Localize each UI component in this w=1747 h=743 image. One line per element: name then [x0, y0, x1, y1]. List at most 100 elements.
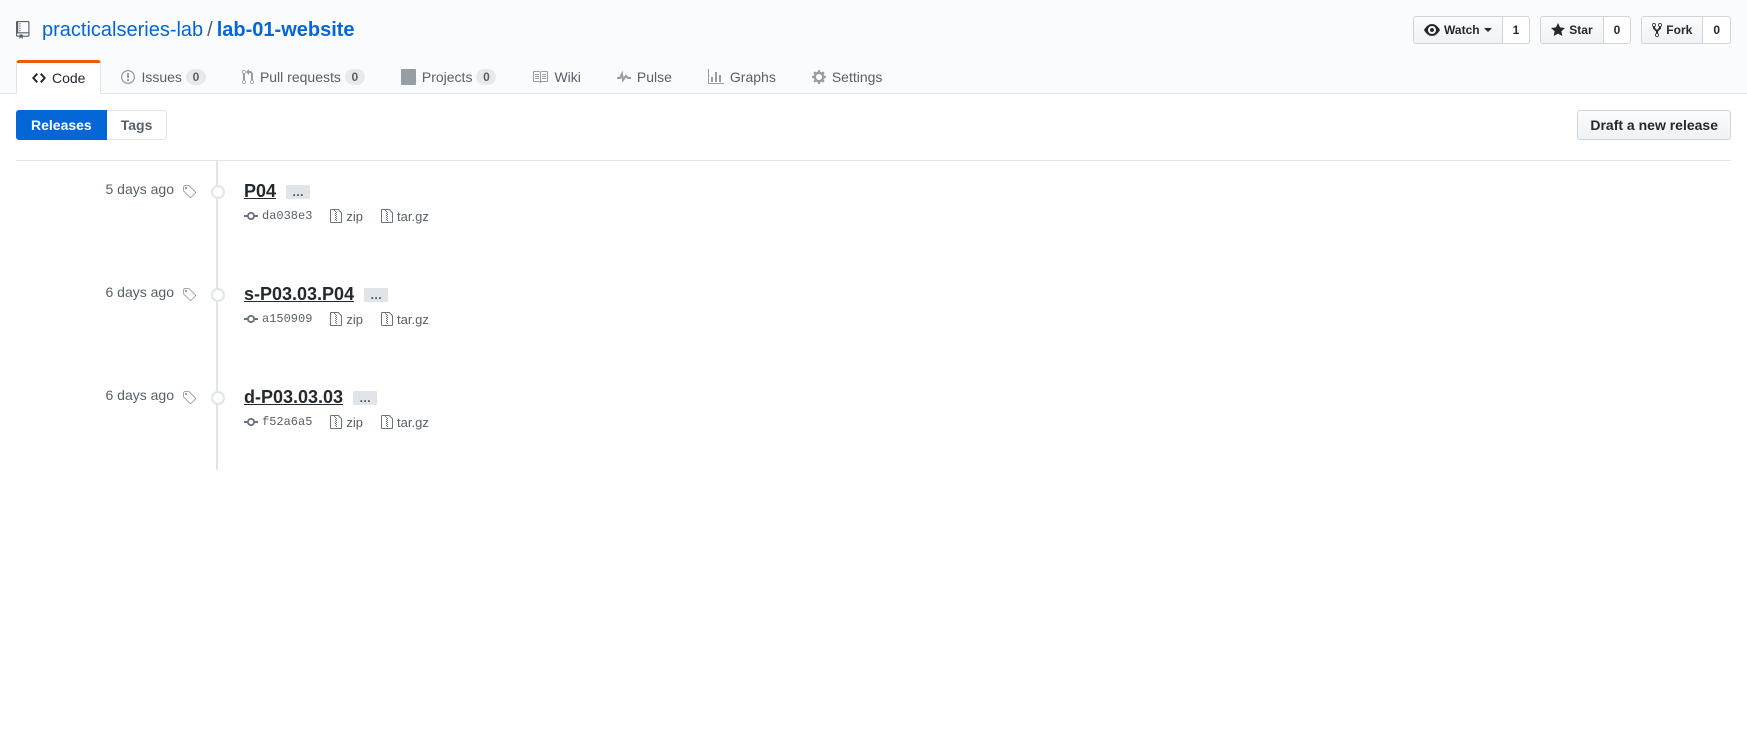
- release-meta: 5 days ago: [16, 161, 216, 264]
- page-header: practicalseries-lab / lab-01-website Wat…: [0, 0, 1747, 94]
- zip-label: zip: [346, 209, 363, 224]
- star-button[interactable]: Star: [1540, 16, 1603, 44]
- tab-settings[interactable]: Settings: [796, 60, 899, 94]
- release-title-row: s-P03.03.P04 …: [244, 284, 1731, 305]
- zip-label: zip: [346, 312, 363, 327]
- tab-pull-requests[interactable]: Pull requests 0: [226, 60, 381, 94]
- commit-hash: f52a6a5: [262, 415, 312, 429]
- commit-link[interactable]: da038e3: [244, 208, 312, 224]
- release-title-row: P04 …: [244, 181, 1731, 202]
- tab-code[interactable]: Code: [16, 60, 101, 94]
- fork-label: Fork: [1666, 20, 1692, 40]
- release-entry: 6 days ago s-P03.03.P04 … a150909 zip: [16, 264, 1731, 367]
- release-body: P04 … da038e3 zip tar.gz: [216, 161, 1731, 264]
- pulse-icon: [617, 69, 631, 85]
- zip-icon: [330, 414, 342, 430]
- targz-label: tar.gz: [397, 312, 429, 327]
- star-count[interactable]: 0: [1604, 16, 1632, 44]
- watch-button[interactable]: Watch: [1413, 16, 1503, 44]
- release-expand-button[interactable]: …: [364, 288, 388, 302]
- download-targz[interactable]: tar.gz: [381, 311, 429, 327]
- fork-group: Fork 0: [1641, 16, 1731, 44]
- issue-icon: [121, 69, 135, 85]
- watch-label: Watch: [1444, 20, 1480, 40]
- subnav-releases[interactable]: Releases: [16, 110, 107, 140]
- pr-count: 0: [345, 69, 365, 85]
- tag-icon: [182, 184, 196, 200]
- subnav-tags[interactable]: Tags: [107, 110, 168, 140]
- release-links: f52a6a5 zip tar.gz: [244, 414, 1731, 430]
- tab-wiki-label: Wiki: [554, 69, 580, 85]
- release-body: d-P03.03.03 … f52a6a5 zip tar.gz: [216, 367, 1731, 470]
- zip-icon: [381, 414, 393, 430]
- tab-issues[interactable]: Issues 0: [105, 60, 221, 94]
- zip-label: zip: [346, 415, 363, 430]
- repo-title-row: practicalseries-lab / lab-01-website Wat…: [16, 16, 1731, 60]
- tag-icon: [182, 390, 196, 406]
- fork-button[interactable]: Fork: [1641, 16, 1703, 44]
- release-links: da038e3 zip tar.gz: [244, 208, 1731, 224]
- commit-link[interactable]: f52a6a5: [244, 414, 312, 430]
- release-date: 6 days ago: [106, 387, 175, 403]
- subnav: Releases Tags: [16, 110, 167, 140]
- release-entry: 5 days ago P04 … da038e3 zip tar.gz: [16, 161, 1731, 264]
- zip-icon: [330, 311, 342, 327]
- release-timeline: 5 days ago P04 … da038e3 zip tar.gz: [16, 160, 1731, 470]
- release-expand-button[interactable]: …: [286, 185, 310, 199]
- projects-count: 0: [476, 69, 496, 85]
- path-separator: /: [207, 19, 213, 42]
- download-targz[interactable]: tar.gz: [381, 414, 429, 430]
- download-zip[interactable]: zip: [330, 311, 363, 327]
- repo-link[interactable]: lab-01-website: [217, 19, 355, 42]
- caret-icon: [1484, 28, 1492, 32]
- tab-graphs-label: Graphs: [730, 69, 776, 85]
- tab-wiki[interactable]: Wiki: [516, 60, 596, 94]
- release-title[interactable]: s-P03.03.P04: [244, 284, 354, 305]
- pr-icon: [242, 69, 254, 85]
- zip-icon: [381, 311, 393, 327]
- release-entry: 6 days ago d-P03.03.03 … f52a6a5 zip t: [16, 367, 1731, 470]
- watch-group: Watch 1: [1413, 16, 1530, 44]
- issues-count: 0: [186, 69, 206, 85]
- zip-icon: [381, 208, 393, 224]
- download-targz[interactable]: tar.gz: [381, 208, 429, 224]
- release-date: 6 days ago: [106, 284, 175, 300]
- gear-icon: [812, 69, 826, 85]
- tab-pulse-label: Pulse: [637, 69, 672, 85]
- tag-icon: [182, 287, 196, 303]
- draft-release-button[interactable]: Draft a new release: [1577, 110, 1731, 140]
- repo-action-buttons: Watch 1 Star 0 Fork 0: [1413, 16, 1731, 44]
- fork-count[interactable]: 0: [1703, 16, 1731, 44]
- tab-graphs[interactable]: Graphs: [692, 60, 792, 94]
- repo-nav: Code Issues 0 Pull requests 0 Projects 0…: [16, 60, 1731, 94]
- watch-count[interactable]: 1: [1503, 16, 1531, 44]
- release-body: s-P03.03.P04 … a150909 zip tar.gz: [216, 264, 1731, 367]
- download-zip[interactable]: zip: [330, 208, 363, 224]
- graph-icon: [708, 69, 724, 85]
- project-icon: [401, 69, 416, 85]
- commit-icon: [244, 311, 258, 327]
- release-title-row: d-P03.03.03 …: [244, 387, 1731, 408]
- eye-icon: [1424, 22, 1440, 38]
- release-date: 5 days ago: [106, 181, 175, 197]
- tab-issues-label: Issues: [141, 69, 181, 85]
- code-icon: [32, 70, 46, 86]
- release-meta: 6 days ago: [16, 264, 216, 367]
- subnav-row: Releases Tags Draft a new release: [16, 110, 1731, 140]
- book-icon: [532, 69, 548, 85]
- release-links: a150909 zip tar.gz: [244, 311, 1731, 327]
- repo-title: practicalseries-lab / lab-01-website: [16, 19, 355, 42]
- release-title[interactable]: d-P03.03.03: [244, 387, 343, 408]
- tab-pr-label: Pull requests: [260, 69, 341, 85]
- release-title[interactable]: P04: [244, 181, 276, 202]
- tab-pulse[interactable]: Pulse: [601, 60, 688, 94]
- tab-projects[interactable]: Projects 0: [385, 60, 513, 94]
- download-zip[interactable]: zip: [330, 414, 363, 430]
- owner-link[interactable]: practicalseries-lab: [42, 19, 203, 42]
- star-icon: [1551, 22, 1565, 38]
- commit-link[interactable]: a150909: [244, 311, 312, 327]
- release-expand-button[interactable]: …: [353, 391, 377, 405]
- tab-code-label: Code: [52, 70, 85, 86]
- repo-icon: [16, 21, 34, 39]
- tab-settings-label: Settings: [832, 69, 883, 85]
